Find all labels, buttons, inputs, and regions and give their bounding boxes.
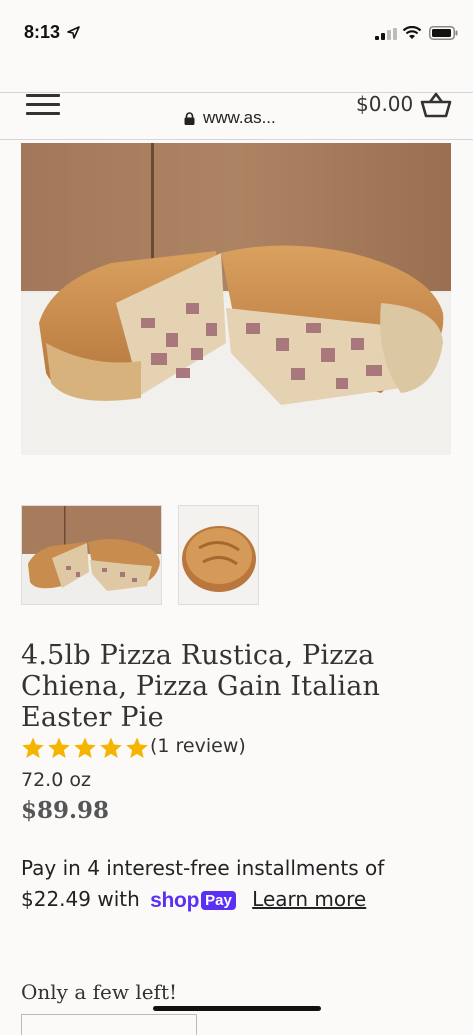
status-time: 8:13: [24, 22, 61, 42]
browser-url-bar[interactable]: www.as...: [0, 52, 473, 127]
product-price: $89.98: [21, 797, 110, 824]
installments-text: Pay in 4 interest-free installments of: [21, 856, 385, 880]
cart-icon[interactable]: [420, 92, 452, 118]
battery-icon: [429, 26, 458, 40]
star-icon: [48, 737, 70, 758]
product-thumbnail-1[interactable]: [21, 505, 162, 605]
menu-icon[interactable]: [26, 94, 62, 118]
wifi-icon: [402, 26, 422, 39]
star-rating[interactable]: [21, 736, 149, 760]
star-icon: [100, 737, 122, 758]
shop-pay-logo: shop Pay: [150, 889, 236, 913]
quantity-input[interactable]: [21, 1014, 197, 1035]
installments-with: with: [97, 887, 140, 911]
star-icon: [126, 737, 148, 758]
url-text[interactable]: www.as...: [203, 108, 276, 128]
product-thumbnail-2[interactable]: [178, 505, 259, 605]
product-main-image[interactable]: [21, 143, 451, 455]
pizza-rustica-photo: [21, 143, 451, 455]
location-arrow-icon: [67, 26, 80, 39]
lock-icon: [184, 112, 195, 125]
thumbnail-photo-2: [179, 506, 258, 604]
thumbnail-photo-1: [22, 506, 161, 604]
shop-pay-installments: Pay in 4 interest-free installments of $…: [21, 853, 461, 915]
product-title: 4.5lb Pizza Rustica, Pizza Chiena, Pizza…: [21, 640, 381, 733]
shop-pay-word: shop: [150, 888, 200, 912]
star-icon: [22, 737, 44, 758]
header-divider-bottom: [0, 139, 473, 140]
product-weight: 72.0 oz: [21, 769, 91, 791]
status-bar: 8:13: [0, 0, 473, 52]
star-icon: [74, 737, 96, 758]
stock-message: Only a few left!: [21, 980, 178, 1004]
cart-total[interactable]: $0.00: [356, 92, 413, 116]
shop-pay-badge: Pay: [201, 891, 236, 910]
signal-icon: [375, 28, 397, 40]
installment-amount: $22.49: [21, 887, 91, 911]
home-indicator: [153, 1006, 321, 1011]
learn-more-link[interactable]: Learn more: [252, 887, 366, 911]
review-count-link[interactable]: (1 review): [150, 735, 246, 757]
